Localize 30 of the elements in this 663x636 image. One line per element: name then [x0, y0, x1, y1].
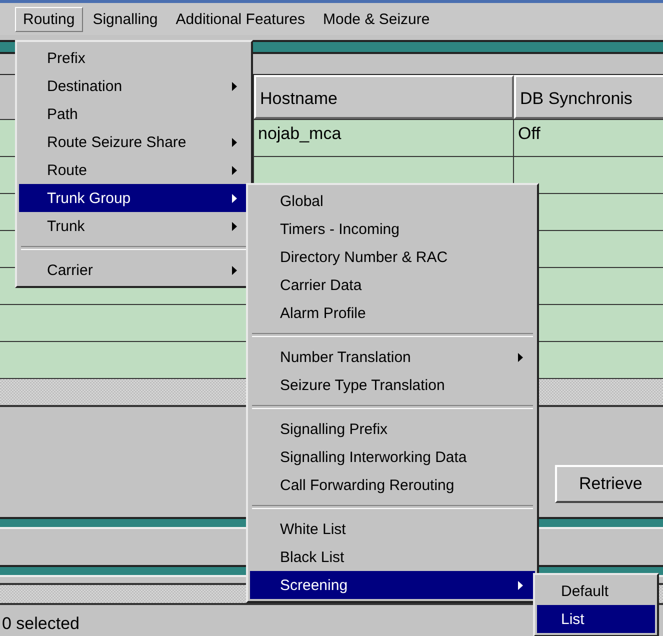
- menu-item[interactable]: List: [537, 605, 655, 633]
- menu-item[interactable]: Trunk Group: [19, 184, 249, 212]
- retrieve-button[interactable]: Retrieve: [555, 465, 663, 503]
- menu-item[interactable]: Destination: [19, 72, 249, 100]
- menu-item[interactable]: Carrier: [19, 256, 249, 284]
- menu-item[interactable]: Path: [19, 100, 249, 128]
- menu-item[interactable]: Seizure Type Translation: [250, 371, 535, 399]
- menu-bar-item[interactable]: Signalling: [84, 6, 166, 32]
- menu-item[interactable]: Global: [250, 187, 535, 215]
- column-header[interactable]: DB Synchronis: [514, 75, 663, 119]
- menu-bar-item[interactable]: Routing: [15, 6, 83, 32]
- table-cell: Off: [514, 120, 663, 156]
- menu-item[interactable]: White List: [250, 515, 535, 543]
- menu-item[interactable]: Signalling Prefix: [250, 415, 535, 443]
- menu-item[interactable]: Signalling Interworking Data: [250, 443, 535, 471]
- status-text: 0 selected: [2, 614, 80, 633]
- menu-item[interactable]: Default: [537, 577, 655, 605]
- menu-item[interactable]: Prefix: [19, 44, 249, 72]
- column-header[interactable]: Hostname: [254, 75, 514, 119]
- menu-bar-item[interactable]: Mode & Seizure: [315, 6, 438, 32]
- menu-item[interactable]: Route Seizure Share: [19, 128, 249, 156]
- menu-item[interactable]: Alarm Profile: [250, 299, 535, 327]
- menu-item[interactable]: Black List: [250, 543, 535, 571]
- table-cell: nojab_mca: [254, 120, 514, 156]
- menu-bar-item[interactable]: Additional Features: [168, 6, 313, 32]
- menu-item[interactable]: Screening: [250, 571, 535, 599]
- menu-item[interactable]: Timers - Incoming: [250, 215, 535, 243]
- menu-item[interactable]: Directory Number & RAC: [250, 243, 535, 271]
- menu-item[interactable]: Trunk: [19, 212, 249, 240]
- menu-item[interactable]: Call Forwarding Rerouting: [250, 471, 535, 499]
